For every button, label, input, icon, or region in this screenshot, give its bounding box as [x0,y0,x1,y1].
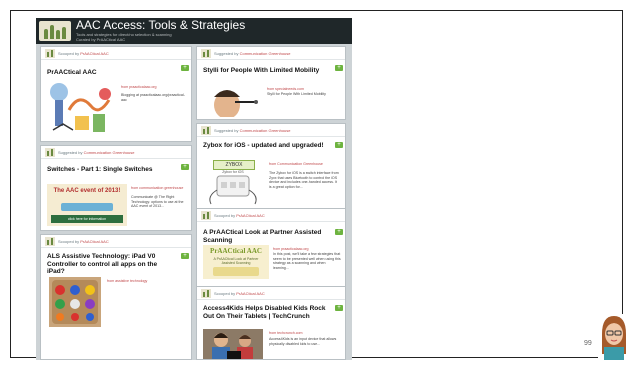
post-thumbnail[interactable] [49,277,101,327]
curator-link[interactable]: Communication Greenhouse [240,128,291,133]
post-source-link[interactable]: from praacticalaac.org [121,85,187,90]
topic-title[interactable]: AAC Access: Tools & Strategies [76,18,245,32]
rescoop-plus-button[interactable]: + [335,142,343,148]
post-source-link[interactable]: from Communication Greenhouse [269,162,339,167]
post-description: Communicate @ The Right Technology: opti… [131,195,184,208]
curator-avatar-icon [201,211,211,220]
post-thumbnail[interactable] [203,329,263,359]
post-description: In this post, we'll take a few strategie… [273,252,341,270]
page-number: 99 [584,340,592,347]
rescoop-plus-button[interactable]: + [335,229,343,235]
curator-link[interactable]: Communication Greenhouse [240,51,291,56]
post-title[interactable]: Access4Kids Helps Disabled Kids Rock Out… [203,305,327,320]
scooped-by-bar: Scooped by PrAACtical AAC [201,211,341,221]
post-card-stylli[interactable]: Suggested by Communication Greenhouse + … [196,46,346,120]
post-description: Blogging at praacticalaac.org/praactical… [121,93,185,102]
curator-avatar-icon [45,148,55,157]
topic-logo[interactable] [39,21,71,41]
scooped-by-bar: Suggested by Communication Greenhouse [201,126,341,136]
topic-description: Tools and strategies for direct/no selec… [76,32,172,42]
post-card-partner-scanning[interactable]: Scooped by PrAACtical AAC + A PrAACtical… [196,208,346,292]
scooped-by-bar: Scooped by PrAACtical AAC [201,289,341,299]
curator-avatar-icon [201,126,211,135]
curator-avatar-icon [45,49,55,58]
post-thumbnail[interactable] [47,80,117,138]
scooped-by-bar: Suggested by Communication Greenhouse [45,148,185,158]
post-thumbnail[interactable]: PrAACtical AAC A PrAACtical Look at Part… [203,245,269,279]
rescoop-plus-button[interactable]: + [335,305,343,311]
post-source-link[interactable]: from techcrunch.com [269,331,339,336]
post-title[interactable]: ALS Assistive Technology: iPad V0 Contro… [47,253,173,276]
scooped-by-bar: Suggested by Communication Greenhouse [201,49,341,59]
post-card-als-ipad[interactable]: Scooped by PrAACtical AAC + ALS Assistiv… [40,234,192,360]
rescoop-plus-button[interactable]: + [181,65,189,71]
presenter-avatar [598,314,629,360]
curator-link[interactable]: Communication Greenhouse [84,150,135,155]
post-card-praactical-aac[interactable]: Scooped by PrAACtical AAC + PrAACtical A… [40,46,192,142]
rescoop-plus-button[interactable]: + [181,253,189,259]
curator-link[interactable]: PrAACtical AAC [236,213,264,218]
scooped-by-bar: Scooped by PrAACtical AAC [45,49,185,59]
post-source-link[interactable]: from specialneeds.com [267,87,337,92]
post-card-access4kids[interactable]: Scooped by PrAACtical AAC + Access4Kids … [196,286,346,360]
post-card-switches[interactable]: Suggested by Communication Greenhouse + … [40,145,192,231]
post-source-link[interactable]: from communication greenhouse [131,186,187,191]
post-title[interactable]: PrAACtical AAC [47,69,167,77]
topic-header: AAC Access: Tools & Strategies Tools and… [36,18,352,44]
curator-link[interactable]: PrAACtical AAC [80,51,108,56]
post-source-link[interactable]: from assistive technology [107,279,177,284]
curator-avatar-icon [201,289,211,298]
info-button[interactable]: click here for information [51,215,123,223]
post-title[interactable]: A PrAACtical Look at Partner Assisted Sc… [203,229,327,244]
scooped-by-bar: Scooped by PrAACtical AAC [45,237,185,247]
post-title[interactable]: Switches - Part 1: Single Switches [47,166,167,174]
scoopit-page: AAC Access: Tools & Strategies Tools and… [36,18,352,360]
post-thumbnail[interactable]: The AAC event of 2013! click here for in… [47,184,127,226]
post-thumbnail[interactable]: ZYBOX Zybox for iOS [203,158,263,208]
curator-link[interactable]: PrAACtical AAC [236,291,264,296]
rescoop-plus-button[interactable]: + [335,65,343,71]
post-thumbnail[interactable] [205,85,261,117]
post-title[interactable]: Zybox for iOS - updated and upgraded! [203,142,327,150]
post-description: The Zybox for iOS is a switch interface … [269,171,339,189]
curator-link[interactable]: PrAACtical AAC [80,239,108,244]
post-title[interactable]: Stylli for People With Limited Mobility [203,67,327,75]
post-source-link[interactable]: from praacticalaac.org [273,247,341,252]
curator-avatar-icon [201,49,211,58]
post-description: Access4Kids is an input device that allo… [269,337,337,346]
rescoop-plus-button[interactable]: + [181,164,189,170]
post-description: Stylli for People With Limited Mobility [267,92,326,96]
curator-avatar-icon [45,237,55,246]
